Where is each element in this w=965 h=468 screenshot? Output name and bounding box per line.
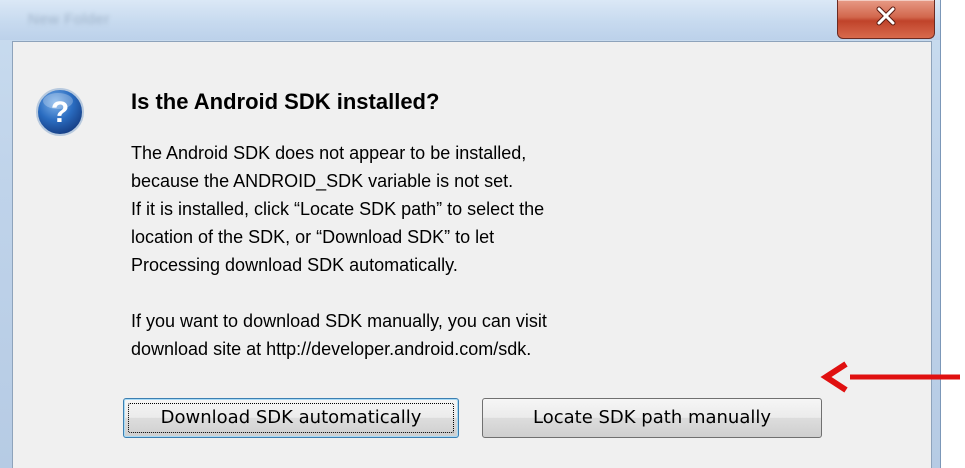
message-line: because the ANDROID_SDK variable is not … xyxy=(131,171,514,191)
manual-download-line: If you want to download SDK manually, yo… xyxy=(131,311,547,331)
close-button[interactable] xyxy=(837,0,935,39)
svg-text:?: ? xyxy=(51,96,69,129)
message-line: If it is installed, click “Locate SDK pa… xyxy=(131,199,545,219)
close-icon xyxy=(876,6,896,26)
message-line: The Android SDK does not appear to be in… xyxy=(131,143,527,163)
message-line: Processing download SDK automatically. xyxy=(131,255,458,275)
question-icon: ? xyxy=(36,88,84,136)
dialog-content: ? Is the Android SDK installed? The Andr… xyxy=(12,41,932,468)
window-title: New Folder xyxy=(28,11,110,28)
red-arrow-left-icon xyxy=(820,361,960,393)
screenshot: New Folder ? Is the Android SDK installe… xyxy=(0,0,965,468)
dialog-window: New Folder ? Is the Android SDK installe… xyxy=(0,0,941,468)
download-sdk-button[interactable]: Download SDK automatically xyxy=(123,398,459,438)
locate-sdk-button[interactable]: Locate SDK path manually xyxy=(482,398,822,438)
title-bar[interactable]: New Folder xyxy=(0,0,940,40)
download-sdk-button-label: Download SDK automatically xyxy=(160,407,422,428)
dialog-message: The Android SDK does not appear to be in… xyxy=(131,139,547,363)
message-line: location of the SDK, or “Download SDK” t… xyxy=(131,227,495,247)
manual-download-line: download site at http://developer.androi… xyxy=(131,339,532,359)
dialog-heading: Is the Android SDK installed? xyxy=(131,89,440,114)
